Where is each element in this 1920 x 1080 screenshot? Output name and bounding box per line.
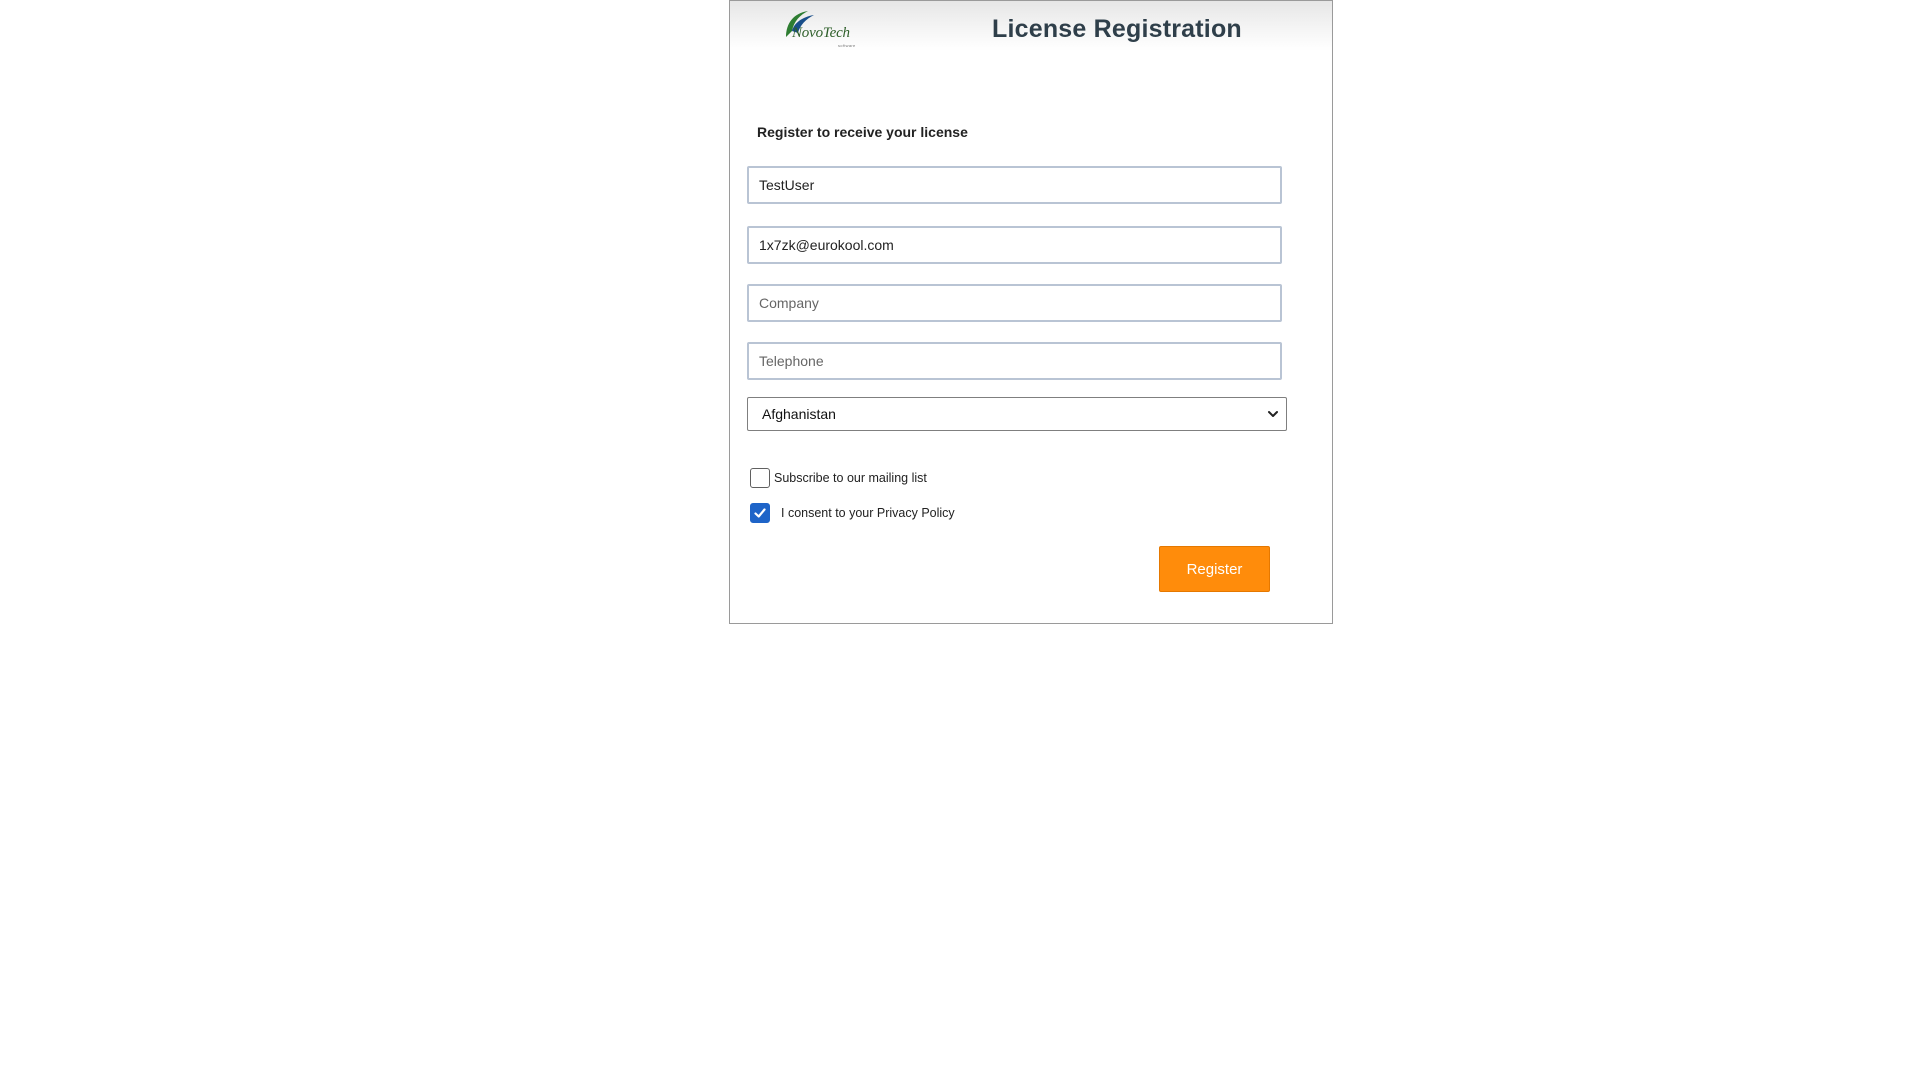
page-title: License Registration	[992, 15, 1242, 43]
name-input[interactable]	[747, 166, 1282, 204]
chevron-down-icon	[1268, 411, 1278, 417]
subscribe-checkbox[interactable]	[750, 468, 770, 488]
email-input[interactable]	[747, 226, 1282, 264]
subscribe-label: Subscribe to our mailing list	[774, 471, 927, 485]
consent-checkbox[interactable]	[750, 503, 770, 523]
consent-label: I consent to your Privacy Policy	[781, 506, 955, 520]
telephone-input[interactable]	[747, 342, 1282, 380]
logo-text: NovoTech	[792, 25, 850, 41]
company-input[interactable]	[747, 284, 1282, 322]
novotech-logo: NovoTech software	[780, 9, 860, 49]
country-select[interactable]: Afghanistan	[747, 397, 1287, 431]
checkmark-icon	[754, 508, 766, 518]
country-select-value: Afghanistan	[762, 406, 836, 422]
form-subtitle: Register to receive your license	[757, 124, 968, 140]
register-button[interactable]: Register	[1159, 546, 1270, 592]
registration-panel: NovoTech software License Registration R…	[729, 0, 1333, 624]
header-bar: NovoTech software License Registration	[730, 1, 1332, 51]
logo-subtext: software	[838, 43, 856, 48]
